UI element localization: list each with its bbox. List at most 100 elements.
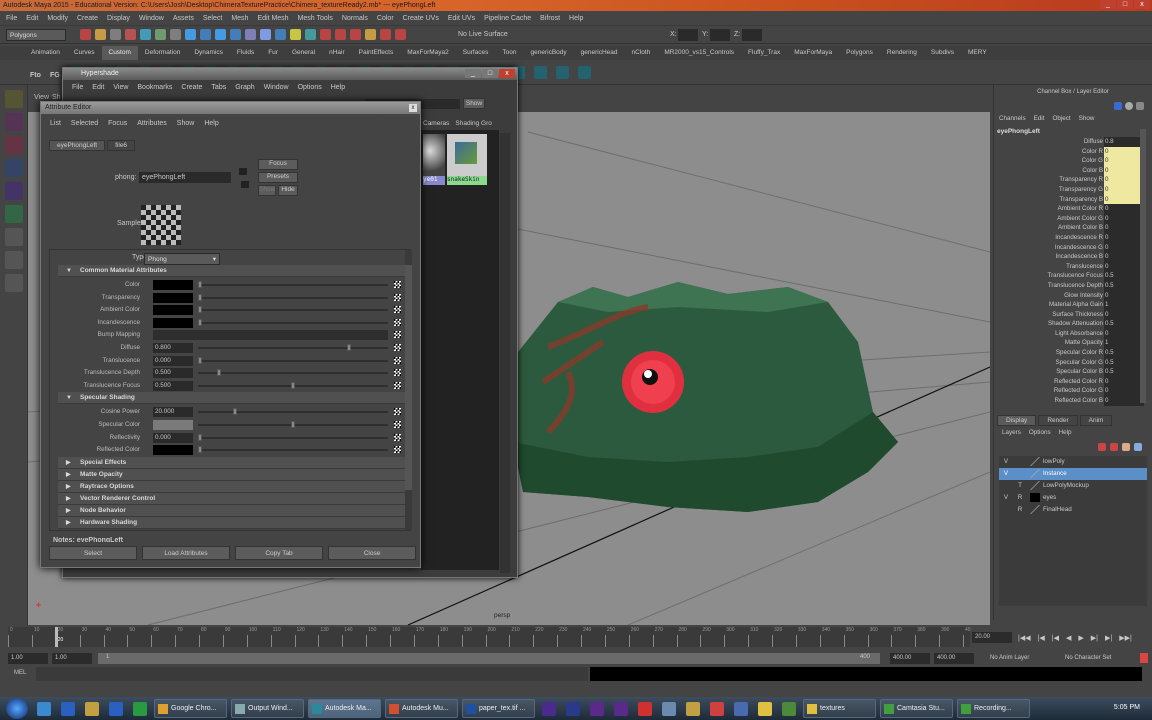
attr-slider[interactable] (198, 356, 388, 364)
color-swatch[interactable] (153, 420, 193, 430)
attr-value-input[interactable]: 0.000 (153, 355, 193, 366)
hs-menu-create[interactable]: Create (181, 84, 202, 91)
slider-handle[interactable] (198, 446, 202, 454)
channel-value[interactable]: 0 (1104, 242, 1144, 253)
channel-value[interactable]: 1 (1104, 300, 1144, 310)
menu-mesh[interactable]: Mesh (231, 11, 248, 25)
channel-row[interactable]: Material Alpha Gain 1 (997, 300, 1144, 310)
taskbar-item-recording[interactable]: Recording... (957, 699, 1030, 718)
menu-modify[interactable]: Modify (47, 11, 68, 25)
hs-menu-file[interactable]: File (72, 84, 83, 91)
shelf-tab-surfaces[interactable]: Surfaces (456, 46, 496, 60)
attr-value-input[interactable]: 0.500 (153, 380, 193, 391)
map-texture-icon[interactable] (394, 331, 401, 339)
shelf-tool-icon[interactable] (534, 66, 547, 79)
layout-four-icon[interactable] (5, 251, 23, 269)
layer-visibility-toggle[interactable]: V (999, 468, 1013, 480)
map-texture-icon[interactable] (394, 446, 401, 454)
channel-row[interactable]: Incandescence B0 (997, 252, 1144, 262)
channel-value[interactable]: 0 (1104, 223, 1144, 233)
channel-menu-edit[interactable]: Edit (1034, 115, 1045, 122)
slider-handle[interactable] (198, 433, 202, 441)
range-bar[interactable]: 1 400 (98, 653, 880, 664)
channel-row[interactable]: Specular Color B 0.5 (997, 367, 1144, 377)
channel-box-scrollbar[interactable] (1140, 129, 1146, 403)
channel-row[interactable]: Incandescence G0 (997, 242, 1144, 253)
anim-layer-dropdown[interactable]: No Anim Layer (990, 655, 1029, 661)
channel-row[interactable]: Reflected Color B0 (997, 396, 1144, 406)
y-input[interactable] (710, 29, 730, 41)
channel-value[interactable]: 0 (1104, 175, 1144, 185)
channel-row[interactable]: Incandescence R0 (997, 232, 1144, 243)
shelf-tab-ncloth[interactable]: nCloth (625, 46, 658, 60)
maximize-button[interactable]: □ (1117, 0, 1133, 9)
pinned-app-icon[interactable] (662, 701, 676, 716)
swatch-snakeskin[interactable] (447, 134, 487, 176)
toolbar-tool-icon[interactable] (185, 29, 196, 40)
channel-value[interactable]: 0.8 (1104, 137, 1144, 147)
layer-color-icon[interactable] (1030, 469, 1040, 478)
hs-minimize-button[interactable]: _ (465, 69, 481, 78)
layout-single-icon[interactable] (5, 228, 23, 246)
channel-value[interactable]: 0.5 (1104, 271, 1144, 281)
toolbar-tool-icon[interactable] (380, 29, 391, 40)
channel-value[interactable]: 0.5 (1104, 280, 1144, 291)
section-raytrace-options[interactable]: ▶ Raytrace Options (58, 480, 410, 493)
shelf-tab-generichead[interactable]: genericHead (574, 46, 625, 60)
layer-playback-toggle[interactable] (1013, 468, 1027, 480)
layer-tab-display[interactable]: Display (997, 415, 1037, 426)
channel-value[interactable]: 0 (1104, 146, 1144, 157)
toolbar-tool-icon[interactable] (335, 29, 346, 40)
pinned-app-icon[interactable] (590, 701, 604, 716)
paint-select-icon[interactable] (5, 136, 23, 154)
input-connection-icon[interactable] (239, 168, 247, 175)
map-texture-icon[interactable] (394, 381, 401, 389)
toolbar-tool-icon[interactable] (260, 29, 271, 40)
attr-slider[interactable] (198, 318, 388, 326)
menu-normals[interactable]: Normals (342, 11, 368, 25)
toolbar-tool-icon[interactable] (200, 29, 211, 40)
shelf-tab-subdivs[interactable]: Subdivs (924, 46, 961, 60)
hs-menu-tabs[interactable]: Tabs (211, 84, 226, 91)
move-tool-icon[interactable] (5, 159, 23, 177)
attr-slider[interactable] (198, 293, 388, 301)
shelf-tab-nhair[interactable]: nHair (322, 46, 352, 60)
channel-menu-show[interactable]: Show (1079, 115, 1095, 122)
select-tool-icon[interactable] (5, 90, 23, 108)
channel-value[interactable]: 0 (1104, 194, 1144, 205)
ae-close-icon[interactable]: x (409, 104, 417, 112)
channel-value[interactable]: 0.5 (1104, 357, 1144, 368)
channel-value[interactable]: 0 (1104, 204, 1144, 214)
layer-playback-toggle[interactable]: R (1013, 504, 1027, 516)
channel-value[interactable]: 0 (1104, 232, 1144, 243)
node-name-input[interactable]: eyePhongLeft (139, 172, 231, 183)
toolbar-tool-icon[interactable] (290, 29, 301, 40)
slider-handle[interactable] (346, 344, 351, 351)
hs-menu-options[interactable]: Options (298, 84, 322, 91)
ae-menu-attributes[interactable]: Attributes (137, 120, 167, 128)
layer-color-icon[interactable] (1030, 505, 1040, 514)
current-time-field[interactable]: 20.00 (972, 632, 1012, 643)
channel-row[interactable]: Surface Thickness 0 (997, 309, 1144, 320)
shelf-tool-icon[interactable] (556, 66, 569, 79)
shelf-tab-maxformaya2[interactable]: MaxForMaya2 (400, 46, 456, 60)
color-swatch[interactable] (153, 292, 193, 303)
color-swatch[interactable] (153, 317, 193, 328)
end-time-field[interactable]: 400.00 (934, 653, 974, 664)
rotate-tool-icon[interactable] (5, 182, 23, 200)
channel-row[interactable]: Diffuse 0.8 (997, 137, 1144, 147)
layer-row[interactable]: V Instance (999, 468, 1147, 480)
shelf-button-fg[interactable]: FG (50, 72, 60, 79)
pinned-app-icon[interactable] (734, 701, 748, 716)
channel-row[interactable]: Transparency R0 (997, 175, 1144, 185)
taskbar-item-output-wind[interactable]: Output Wind... (231, 699, 304, 718)
channel-icon[interactable] (1114, 102, 1122, 110)
ae-tab-eyephongleft[interactable]: eyePhongLeft (49, 140, 106, 151)
toolbar-tool-icon[interactable] (395, 29, 406, 40)
toolbar-tool-icon[interactable] (275, 29, 286, 40)
color-swatch[interactable] (153, 280, 193, 290)
menu-assets[interactable]: Assets (173, 11, 194, 25)
toolbar-tool-icon[interactable] (365, 29, 376, 40)
attribute-icon[interactable] (1125, 102, 1133, 110)
character-set-dropdown[interactable]: No Character Set (1065, 655, 1111, 661)
